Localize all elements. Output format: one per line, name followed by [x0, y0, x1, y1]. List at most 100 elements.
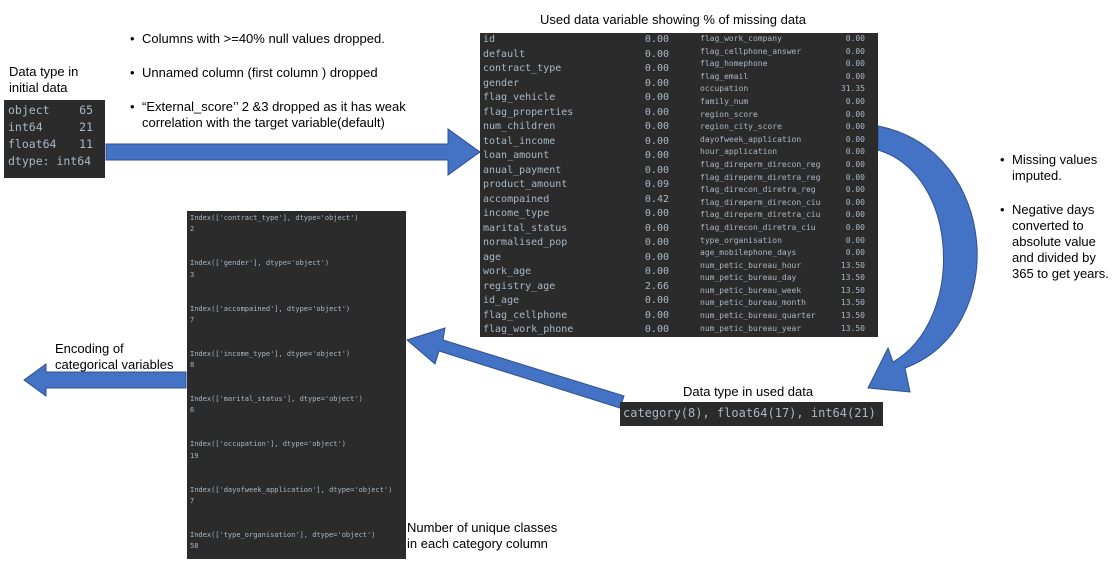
note-item: Columns with >=40% null values dropped. — [130, 31, 420, 47]
variable-name: flag_work_phone — [483, 324, 574, 335]
missing-row: id_age 0.00 — [483, 294, 669, 309]
arrow-initial-to-missing — [105, 128, 481, 176]
variable-name: flag_cellphone_answer — [700, 46, 802, 56]
category-classes-table: Index(['contract_type'], dtype='object')… — [187, 211, 406, 559]
missing-row: flag_direcon_diretra_reg 0.00 — [700, 184, 865, 197]
preprocessing-notes: Columns with >=40% null values dropped. … — [130, 31, 420, 131]
missing-row: product_amount 0.09 — [483, 178, 669, 193]
variable-name: flag_cellphone — [483, 309, 568, 321]
missing-percent: 0.00 — [845, 46, 865, 56]
missing-row: num_petic_bureau_month 13.50 — [700, 297, 865, 310]
missing-row: flag_cellphone 0.00 — [483, 309, 669, 324]
category-count: 8 — [190, 361, 195, 370]
category-index: Index(['marital_status'], dtype='object'… — [190, 395, 363, 404]
note-item: Unnamed column (first column ) dropped — [130, 65, 420, 81]
category-count: 7 — [190, 315, 195, 324]
missing-percent: 0.00 — [644, 135, 669, 147]
variable-name: region_city_score — [700, 122, 782, 132]
variable-name: num_petic_bureau_month — [700, 298, 806, 308]
variable-name: id — [483, 34, 496, 45]
category-count: 3 — [190, 270, 195, 279]
imputation-notes: Missing values imputed. Negative days co… — [1000, 152, 1112, 282]
category-entry: Index(['accompained'], dtype='object') 7 — [190, 304, 404, 349]
note-item: “External_score’’ 2 &3 dropped as it has… — [130, 99, 420, 131]
missing-row: num_petic_bureau_hour 13.50 — [700, 260, 865, 273]
missing-row: num_children 0.00 — [483, 120, 669, 135]
missing-row: anual_payment 0.00 — [483, 164, 669, 179]
dtype-footer: dtype: int64 — [8, 154, 92, 168]
missing-row: flag_direperm_direcon_reg 0.00 — [700, 159, 865, 172]
missing-percent: 0.00 — [644, 77, 669, 89]
category-count: 2 — [190, 225, 195, 234]
category-index: Index(['accompained'], dtype='object') — [190, 304, 351, 313]
missing-left-column: id 0.00 default 0.00 contract_type 0.00 gender… — [483, 33, 669, 338]
missing-percent: 0.00 — [845, 197, 865, 207]
missing-row: id 0.00 — [483, 33, 669, 48]
variable-name: flag_direperm_diretra_ciu — [700, 210, 821, 220]
missing-row: flag_vehicle 0.00 — [483, 91, 669, 106]
variable-name: flag_vehicle — [483, 92, 556, 103]
missing-row: flag_direperm_diretra_reg 0.00 — [700, 172, 865, 185]
variable-name: dayofweek_application — [700, 134, 802, 144]
variable-name: occupation — [700, 84, 749, 94]
dtype-count: 11 — [79, 137, 93, 151]
missing-percent: 0.42 — [644, 193, 669, 205]
variable-name: id_age — [483, 295, 520, 306]
category-index: Index(['occupation'], dtype='object') — [190, 440, 346, 449]
missing-row: num_petic_bureau_week 13.50 — [700, 285, 865, 298]
category-list: Index(['contract_type'], dtype='object')… — [190, 213, 404, 575]
variable-name: flag_direperm_diretra_reg — [700, 172, 821, 182]
missing-percent: 0.00 — [644, 150, 669, 161]
missing-percent: 13.50 — [840, 323, 865, 333]
missing-percent: 0.00 — [845, 235, 865, 245]
initial-dtypes-table: object 65 int64 21 float64 11 dtype: int… — [4, 100, 105, 178]
variable-name: region_score — [700, 109, 758, 119]
dtype-name: object — [8, 103, 50, 117]
initial-data-title: Data type in initial data — [9, 64, 79, 95]
category-entry: Index(['income_type'], dtype='object') 8 — [190, 349, 404, 394]
missing-row: flag_direcon_diretra_ciu 0.00 — [700, 222, 865, 235]
missing-percent: 0.00 — [644, 34, 669, 45]
variable-name: num_petic_bureau_quarter — [700, 311, 816, 321]
missing-percent: 0.09 — [644, 179, 669, 190]
missing-row: type_organisation 0.00 — [700, 235, 865, 248]
missing-row: total_income 0.00 — [483, 135, 669, 150]
variable-name: total_income — [483, 135, 556, 147]
variable-name: anual_payment — [483, 164, 562, 176]
category-index: Index(['type_organisation'], dtype='obje… — [190, 531, 376, 540]
missing-row: flag_work_company 0.00 — [700, 33, 865, 46]
missing-percent: 0.00 — [845, 122, 865, 132]
missing-row: default 0.00 — [483, 48, 669, 63]
category-count: 6 — [190, 406, 195, 415]
missing-row: flag_properties 0.00 — [483, 106, 669, 121]
missing-row: flag_homephone 0.00 — [700, 58, 865, 71]
dtype-name: int64 — [8, 120, 43, 134]
missing-percent: 0.00 — [845, 71, 865, 81]
dtype-name: float64 — [8, 137, 57, 151]
variable-name: type_organisation — [700, 235, 782, 245]
missing-percent: 0.00 — [644, 48, 669, 60]
missing-row: marital_status 0.00 — [483, 222, 669, 237]
category-entry: Index(['occupation'], dtype='object') 19 — [190, 439, 404, 484]
variable-name: flag_direperm_direcon_reg — [700, 159, 821, 169]
missing-row: occupation 31.35 — [700, 83, 865, 96]
category-count: 19 — [190, 451, 199, 460]
missing-percent: 0.00 — [845, 172, 865, 182]
variable-name: flag_direcon_diretra_reg — [700, 185, 816, 195]
note-item: Negative days converted to absolute valu… — [1000, 202, 1112, 282]
category-count: 7 — [190, 496, 195, 505]
missing-row: region_score 0.00 — [700, 109, 865, 122]
missing-percent: 0.00 — [644, 251, 669, 263]
missing-row: work_age 0.00 — [483, 265, 669, 280]
dtype-row: object 65 — [8, 102, 101, 119]
missing-row: flag_cellphone_answer 0.00 — [700, 46, 865, 59]
variable-name: flag_direcon_diretra_ciu — [700, 222, 816, 232]
encoding-label: Encoding of categorical variables — [55, 341, 174, 372]
missing-row: dayofweek_application 0.00 — [700, 134, 865, 147]
missing-percent: 0.00 — [845, 248, 865, 258]
missing-row: normalised_pop 0.00 — [483, 236, 669, 251]
arrow-missing-to-used — [867, 125, 978, 393]
missing-percent: 0.00 — [644, 63, 669, 74]
missing-percent: 0.00 — [845, 147, 865, 157]
missing-percent: 0.00 — [845, 210, 865, 220]
